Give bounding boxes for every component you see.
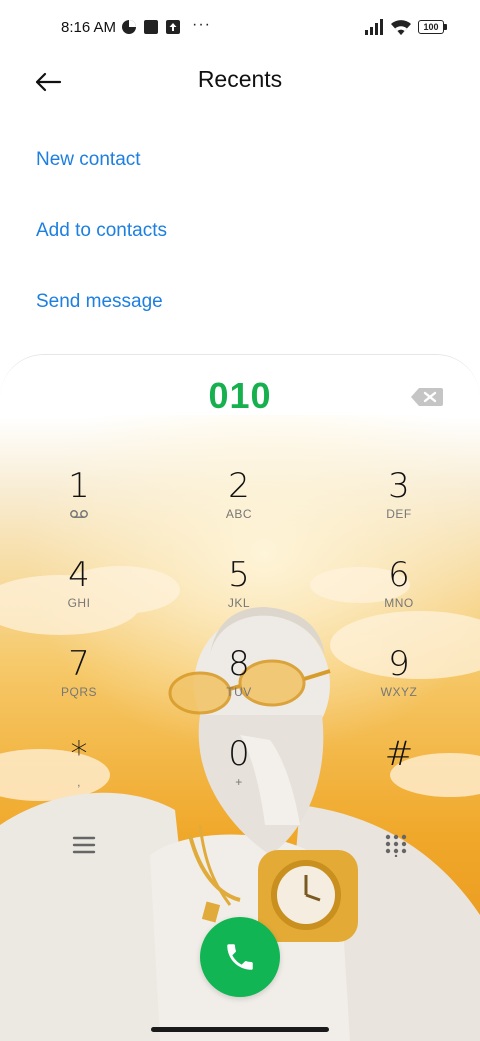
key-digit: 0 [228,734,250,774]
key-letters: , [77,775,81,789]
key-5[interactable]: 5 JKL [179,556,299,636]
key-digit: # [384,734,414,774]
battery-icon: 100 [418,20,444,34]
key-1[interactable]: 1 [19,467,139,547]
call-button[interactable] [200,917,280,997]
app-notification-icon [122,20,136,34]
battery-tip [444,24,447,30]
battery-level: 100 [423,22,439,32]
key-digit: 5 [228,555,250,595]
more-notifications-icon: ··· [192,16,211,33]
key-7[interactable]: 7 PQRS [19,645,139,725]
wifi-icon [391,20,411,35]
key-digit: 1 [68,466,90,506]
send-message-link[interactable]: Send message [36,291,163,313]
dialed-number: 010 [208,375,272,416]
key-3[interactable]: 3 DEF [339,467,459,547]
key-letters: PQRS [60,685,97,699]
status-time: 8:16 AM [61,19,117,36]
add-to-contacts-link[interactable]: Add to contacts [36,220,167,242]
key-4[interactable]: 4 GHI [19,556,139,636]
key-letters: DEF [386,507,412,521]
key-letters: TUV [226,685,252,699]
key-letters: WXYZ [380,685,418,699]
voicemail-icon [70,510,88,518]
dialer-panel: 010 1 2 ABC 3 DEF 4 GHI 5 JKL 6 MNO 7 PQ… [0,354,480,1041]
key-digit: 2 [228,466,250,506]
key-letters: MNO [384,596,414,610]
phone-icon [227,944,253,970]
key-digit: 9 [388,644,410,684]
home-indicator[interactable] [151,1027,329,1032]
menu-icon[interactable] [72,835,98,855]
key-6[interactable]: 6 MNO [339,556,459,636]
upload-notification-icon [166,20,180,34]
key-8[interactable]: 8 TUV [179,645,299,725]
backspace-icon[interactable] [410,387,444,407]
page-title: Recents [197,66,283,92]
key-letters: JKL [227,596,251,610]
signal-icon [365,19,383,35]
new-contact-link[interactable]: New contact [36,149,141,171]
status-bar: 8:16 AM ··· 100 [0,0,480,56]
key-letters: GHI [67,596,91,610]
key-digit: 4 [68,555,90,595]
square-notification-icon [144,20,158,34]
key-hash[interactable]: # [339,735,459,815]
key-letters: + [235,775,243,789]
key-0[interactable]: 0 + [179,735,299,815]
key-digit: 3 [388,466,410,506]
gold-watch [258,850,358,942]
key-2[interactable]: 2 ABC [179,467,299,547]
key-digit: 6 [388,555,410,595]
key-9[interactable]: 9 WXYZ [339,645,459,725]
key-letters: ABC [225,507,253,521]
key-digit: 7 [68,644,90,684]
key-star[interactable]: * , [19,735,139,815]
dialpad-icon[interactable] [384,833,408,857]
key-digit: * [70,734,88,774]
key-digit: 8 [228,644,250,684]
